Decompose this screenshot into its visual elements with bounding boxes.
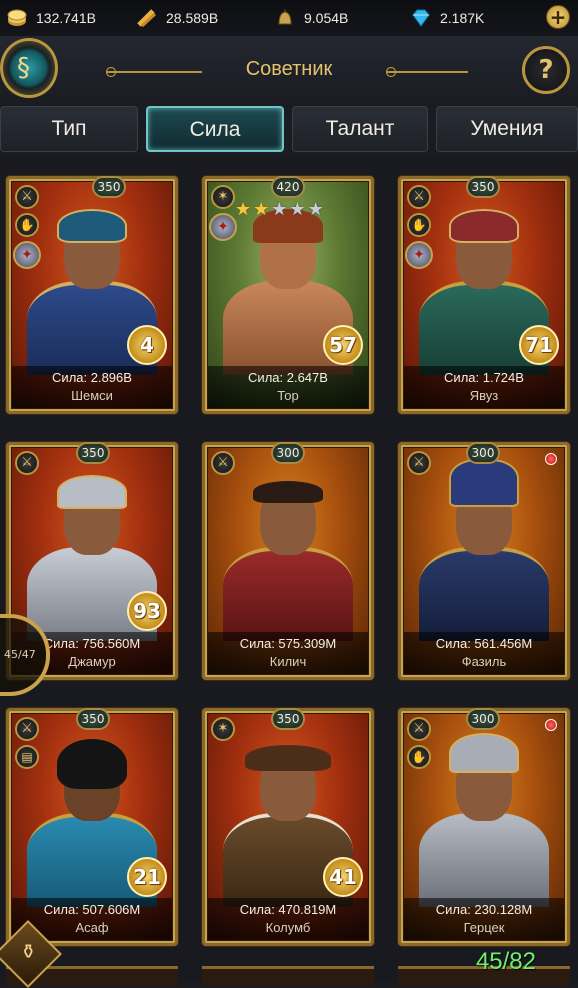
advisor-power: Сила: 470.819M [239, 902, 337, 917]
level-badge: 350 [76, 442, 110, 464]
star-icon: ★ [253, 199, 270, 220]
page-header: Советник [0, 36, 578, 104]
coin-value: 132.741B [36, 10, 96, 26]
star-icon: ★ [307, 199, 324, 220]
advisor-name: Фазиль [461, 654, 507, 669]
soldier-helmet-icon [274, 8, 296, 28]
star-icon: ★ [289, 199, 306, 220]
star-icon: ★ [271, 199, 288, 220]
advisor-name: Тор [277, 388, 299, 403]
level-badge: 300 [466, 442, 500, 464]
level-badge: 420 [271, 176, 305, 198]
book-icon: ▤ [15, 745, 39, 769]
add-resources-button[interactable]: + [546, 5, 570, 29]
floating-counter-text: 45/47 [4, 648, 36, 661]
notification-dot [545, 719, 557, 731]
star-emblem-icon: ✶ [211, 717, 235, 741]
handshake-icon: ✋ [15, 213, 39, 237]
star-emblem-icon: ✶ [211, 185, 235, 209]
star-rating: ★ ★ ★ ★ ★ [235, 199, 326, 220]
scroll-icon: § [17, 53, 30, 83]
star-icon: ★ [235, 199, 252, 220]
level-badge: 300 [466, 708, 500, 730]
resource-diamonds[interactable]: 2.187K [410, 7, 484, 29]
page-title: Советник [245, 58, 333, 80]
advisor-power: Сила: 1.724B [444, 370, 524, 385]
advisor-card-kilich[interactable]: ⚔ Сила: 575.309M Килич [202, 442, 374, 680]
advisor-name: Килич [269, 654, 307, 669]
tab-power[interactable]: Сила [146, 106, 284, 152]
advisor-portrait [219, 481, 357, 641]
advisor-card-shemsi[interactable]: ⚔ ✋ ✦ 4 Сила: 2.896B Шемси [6, 176, 178, 414]
advisor-name: Колумб [265, 920, 311, 935]
tab-type[interactable]: Тип [0, 106, 138, 152]
advisor-power: Сила: 575.309M [239, 636, 337, 651]
advisor-name: Шемси [71, 388, 113, 403]
help-button[interactable]: ? [522, 46, 570, 94]
grain-value: 28.589B [166, 10, 219, 26]
soldier-value: 9.054B [304, 10, 349, 26]
rank-badge: 93 [127, 591, 167, 631]
advisor-card-gertsek[interactable]: ⚔ ✋ Сила: 230.128M Герцек [398, 708, 570, 946]
advisor-card-fazil[interactable]: ⚔ Сила: 561.456M Фазиль [398, 442, 570, 680]
diamond-icon [410, 8, 432, 28]
advisor-card-tor[interactable]: ★ ★ ★ ★ ★ ✶ ✦ 57 Сила: 2.647B Тор [202, 176, 374, 414]
menu-emblem-button[interactable]: § [0, 38, 58, 98]
level-badge: 350 [76, 708, 110, 730]
crossed-swords-icon: ⚔ [211, 451, 235, 475]
crossed-swords-icon: ⚔ [407, 717, 431, 741]
crest-icon: ✦ [405, 241, 433, 269]
question-icon: ? [538, 55, 554, 85]
notification-dot [545, 453, 557, 465]
crossed-swords-icon: ⚔ [407, 185, 431, 209]
rank-badge: 71 [519, 325, 559, 365]
rank-badge: 41 [323, 857, 363, 897]
level-badge: 300 [271, 442, 305, 464]
rank-badge: 4 [127, 325, 167, 365]
advisor-portrait [415, 733, 553, 907]
crossed-swords-icon: ⚔ [15, 717, 39, 741]
advisor-power: Сила: 507.606M [43, 902, 141, 917]
handshake-icon: ✋ [407, 745, 431, 769]
advisor-total-count: 45/82 [475, 948, 536, 975]
tab-talent[interactable]: Талант [292, 106, 428, 152]
handshake-icon: ✋ [407, 213, 431, 237]
crossed-swords-icon: ⚔ [15, 451, 39, 475]
crest-icon: ✦ [209, 213, 237, 241]
advisor-power: Сила: 2.896B [52, 370, 132, 385]
advisor-card-asaf[interactable]: ⚔ ▤ 21 Сила: 507.606M Асаф [6, 708, 178, 946]
rank-badge: 57 [323, 325, 363, 365]
advisor-power: Сила: 561.456M [435, 636, 533, 651]
tab-skills[interactable]: Умения [436, 106, 578, 152]
sort-tabs: Тип Сила Талант Умения [0, 104, 578, 154]
ornament-right [386, 67, 468, 77]
resource-soldiers[interactable]: 9.054B [274, 7, 348, 29]
grain-icon [136, 8, 158, 28]
rank-badge: 21 [127, 857, 167, 897]
advisor-portrait [415, 459, 553, 641]
potion-icon: ⚱ [19, 939, 37, 964]
resource-bar: 132.741B 28.589B 9.054B 2.187K + [0, 0, 578, 36]
crest-icon: ✦ [13, 241, 41, 269]
advisor-name: Герцек [463, 920, 505, 935]
diamond-value: 2.187K [440, 10, 485, 26]
advisor-power: Сила: 230.128M [435, 902, 533, 917]
resource-grain[interactable]: 28.589B [136, 7, 218, 29]
crossed-swords-icon: ⚔ [407, 451, 431, 475]
level-badge: 350 [466, 176, 500, 198]
level-badge: 350 [271, 708, 305, 730]
advisor-card-kolumb[interactable]: ✶ 41 Сила: 470.819M Колумб [202, 708, 374, 946]
advisor-card-partial [202, 966, 374, 986]
crossed-swords-icon: ⚔ [15, 185, 39, 209]
coin-icon [6, 8, 28, 28]
resource-coins[interactable]: 132.741B [6, 7, 96, 29]
advisor-name: Явуз [469, 388, 499, 403]
advisor-power: Сила: 2.647B [248, 370, 328, 385]
level-badge: 350 [92, 176, 126, 198]
advisor-card-yavuz[interactable]: ⚔ ✋ ✦ 71 Сила: 1.724B Явуз [398, 176, 570, 414]
